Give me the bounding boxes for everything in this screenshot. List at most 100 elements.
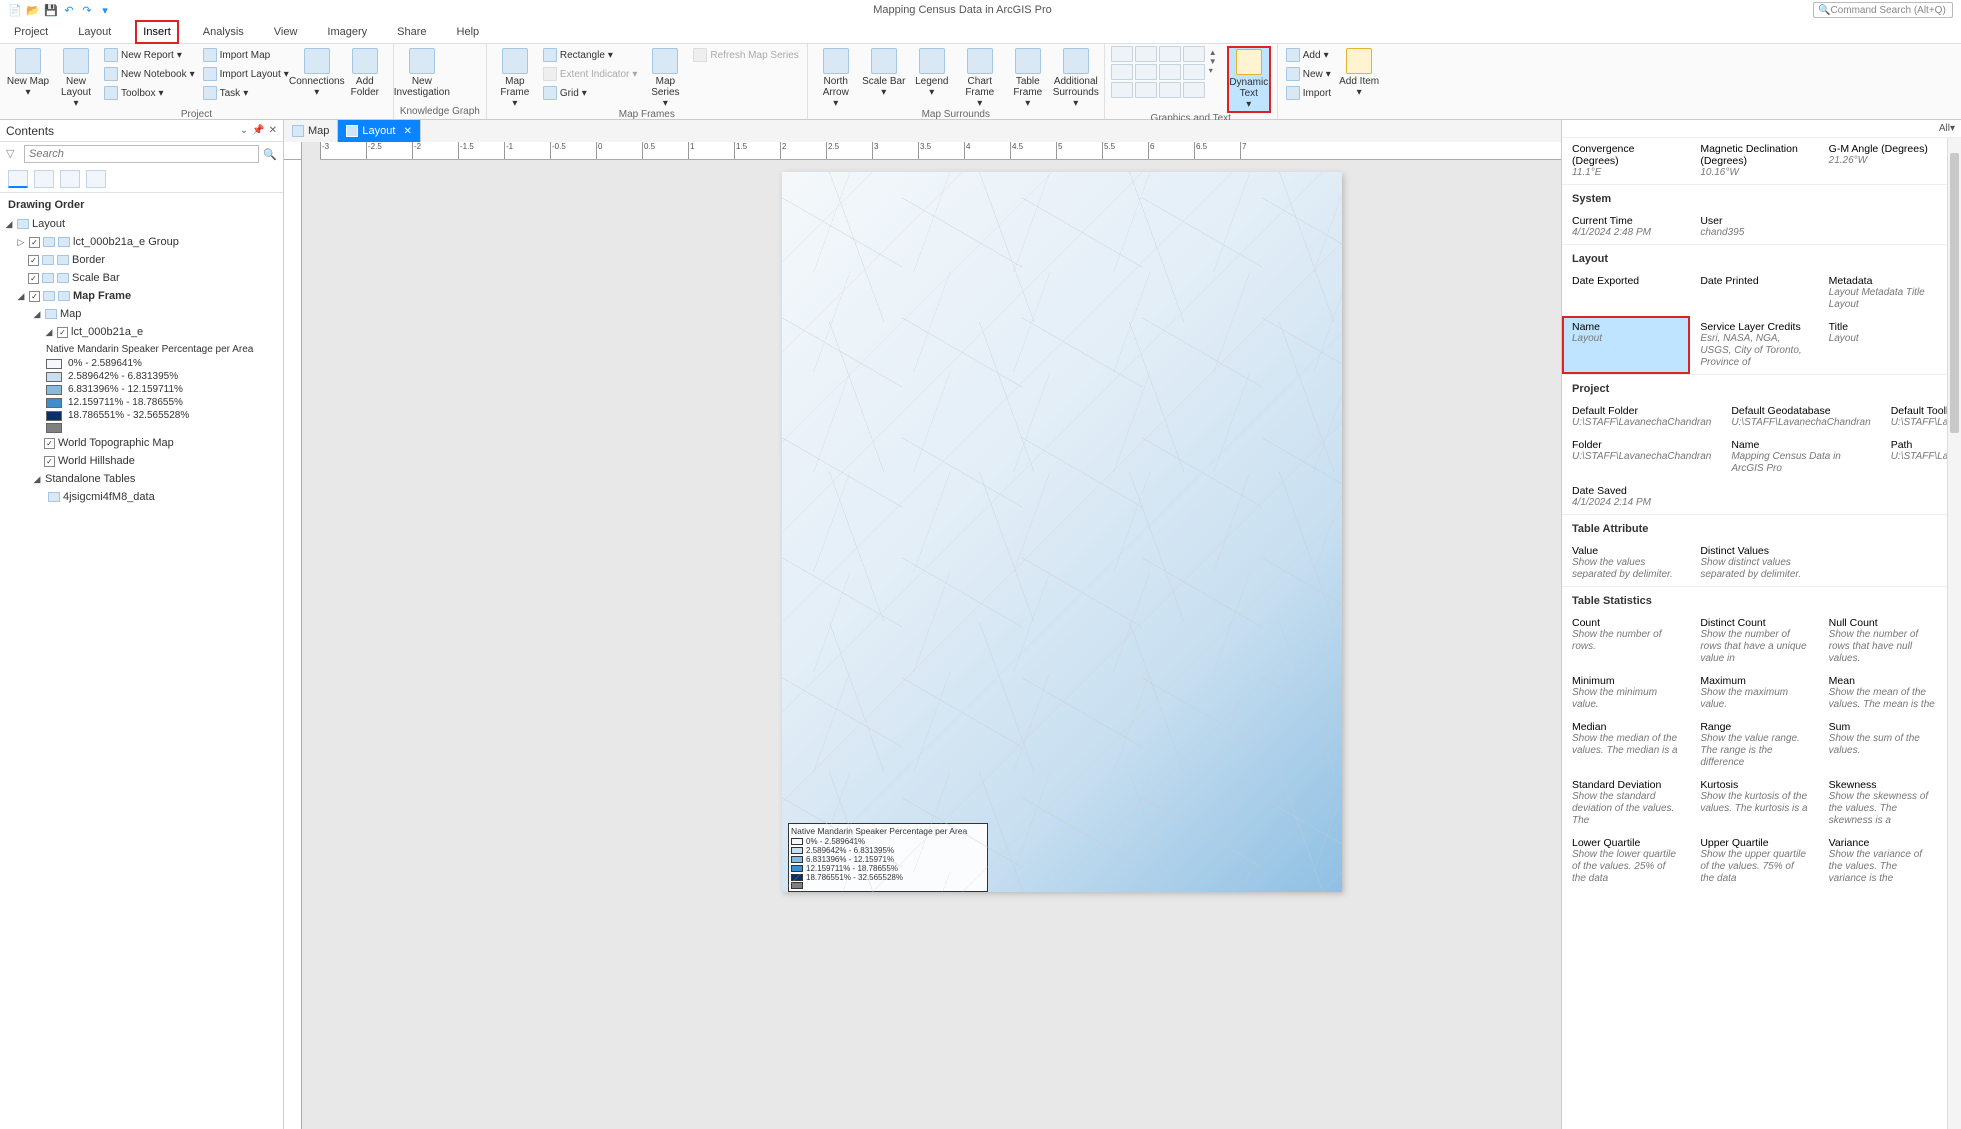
legend-button[interactable]: Legend▾	[910, 46, 954, 98]
tab-layout[interactable]: Layout	[72, 22, 117, 42]
gallery-item[interactable]: G-M Angle (Degrees)21.26°W	[1819, 138, 1947, 184]
gallery-item[interactable]: NameMapping Census Data in ArcGIS Pro	[1721, 434, 1880, 480]
filter-icon[interactable]: ▽	[6, 147, 20, 161]
additional-surrounds-button[interactable]: Additional Surrounds▾	[1054, 46, 1098, 109]
list-element-type-icon[interactable]	[60, 170, 80, 188]
gallery-item[interactable]: MeanShow the mean of the values. The mea…	[1819, 670, 1947, 716]
gallery-item[interactable]: MetadataLayout Metadata Title Layout	[1819, 270, 1947, 316]
gallery-item[interactable]: Default GeodatabaseU:\STAFF\LavanechaCha…	[1721, 400, 1880, 434]
tree-table[interactable]: 4jsigcmi4fM8_data	[0, 488, 283, 506]
gallery-item[interactable]: SkewnessShow the skewness of the values.…	[1819, 774, 1947, 832]
gallery-item[interactable]: Distinct ValuesShow distinct values sepa…	[1690, 540, 1818, 586]
tab-share[interactable]: Share	[391, 22, 432, 42]
import-style-button[interactable]: Import	[1284, 84, 1333, 102]
new-map-button[interactable]: New Map▾	[6, 46, 50, 98]
tab-imagery[interactable]: Imagery	[321, 22, 373, 42]
redo-icon[interactable]: ↷	[80, 3, 94, 17]
toolbox-button[interactable]: Toolbox ▾	[102, 84, 197, 102]
contents-pin-icon[interactable]: 📌	[252, 125, 264, 136]
gallery-item[interactable]: Current Time4/1/2024 2:48 PM	[1562, 210, 1690, 244]
legend-row[interactable]	[0, 422, 283, 434]
tree-layer[interactable]: ◢lct_000b21a_e	[0, 323, 283, 341]
gallery-item[interactable]: Null CountShow the number of rows that h…	[1819, 612, 1947, 670]
chart-frame-button[interactable]: Chart Frame▾	[958, 46, 1002, 109]
tree-map[interactable]: ◢Map	[0, 305, 283, 323]
tree-basemap-topo[interactable]: World Topographic Map	[0, 434, 283, 452]
tree-standalone-tables[interactable]: ◢Standalone Tables	[0, 470, 283, 488]
gallery-item[interactable]: Magnetic Declination (Degrees)10.16°W	[1690, 138, 1818, 184]
add-folder-button[interactable]: Add Folder	[343, 46, 387, 98]
gallery-item[interactable]: NameLayout	[1562, 316, 1690, 374]
north-arrow-button[interactable]: North Arrow▾	[814, 46, 858, 109]
grid-button[interactable]: Grid ▾	[541, 84, 640, 102]
legend-row[interactable]: 18.786551% - 32.565528%	[0, 409, 283, 422]
gallery-item[interactable]: Date Printed	[1690, 270, 1818, 316]
contents-close-icon[interactable]: ✕	[269, 125, 277, 136]
tab-project[interactable]: Project	[8, 22, 54, 42]
task-button[interactable]: Task ▾	[201, 84, 291, 102]
new-project-icon[interactable]: 📄	[8, 3, 22, 17]
gallery-item[interactable]: FolderU:\STAFF\LavanechaChandran	[1562, 434, 1721, 480]
new-style-button[interactable]: New ▾	[1284, 65, 1333, 83]
new-layout-button[interactable]: New Layout▾	[54, 46, 98, 109]
contents-search-input[interactable]	[24, 145, 259, 163]
tab-view[interactable]: View	[268, 22, 304, 42]
gallery-item[interactable]: KurtosisShow the kurtosis of the values.…	[1690, 774, 1818, 832]
layout-canvas[interactable]: Native Mandarin Speaker Percentage per A…	[302, 160, 1561, 1129]
tree-map-frame[interactable]: ◢Map Frame	[0, 287, 283, 305]
add-item-button[interactable]: Add Item▾	[1337, 46, 1381, 98]
tree-scale-bar[interactable]: Scale Bar	[0, 269, 283, 287]
rectangle-button[interactable]: Rectangle ▾	[541, 46, 640, 64]
gallery-item[interactable]: RangeShow the value range. The range is …	[1690, 716, 1818, 774]
tab-insert[interactable]: Insert	[135, 20, 179, 44]
close-icon[interactable]: ✕	[403, 126, 411, 137]
dynamic-text-button[interactable]: Dynamic Text▾	[1227, 46, 1271, 113]
add-style-button[interactable]: Add ▾	[1284, 46, 1333, 64]
layout-page[interactable]: Native Mandarin Speaker Percentage per A…	[782, 172, 1342, 892]
command-search[interactable]: 🔍 Command Search (Alt+Q)	[1813, 2, 1953, 18]
tree-basemap-hillshade[interactable]: World Hillshade	[0, 452, 283, 470]
view-tab-map[interactable]: Map	[284, 120, 338, 142]
gallery-item[interactable]: MaximumShow the maximum value.	[1690, 670, 1818, 716]
table-frame-button[interactable]: Table Frame▾	[1006, 46, 1050, 109]
scrollbar-thumb[interactable]	[1950, 153, 1959, 433]
gallery-item[interactable]: Userchand395	[1690, 210, 1818, 244]
map-frame-button[interactable]: Map Frame▾	[493, 46, 537, 109]
list-drawing-order-icon[interactable]	[8, 170, 28, 188]
gallery-item[interactable]: CountShow the number of rows.	[1562, 612, 1690, 670]
gallery-item[interactable]: Distinct CountShow the number of rows th…	[1690, 612, 1818, 670]
new-report-button[interactable]: New Report ▾	[102, 46, 197, 64]
tree-layout[interactable]: ◢Layout	[0, 215, 283, 233]
gallery-item[interactable]: VarianceShow the variance of the values.…	[1819, 832, 1947, 890]
gallery-item[interactable]: Upper QuartileShow the upper quartile of…	[1690, 832, 1818, 890]
scroll-down-icon[interactable]: ▼	[1209, 57, 1223, 66]
scale-bar-button[interactable]: Scale Bar▾	[862, 46, 906, 98]
connections-button[interactable]: Connections▾	[295, 46, 339, 98]
gallery-item[interactable]: MedianShow the median of the values. The…	[1562, 716, 1690, 774]
save-icon[interactable]: 💾	[44, 3, 58, 17]
gallery-item[interactable]: ValueShow the values separated by delimi…	[1562, 540, 1690, 586]
new-notebook-button[interactable]: New Notebook ▾	[102, 65, 197, 83]
gallery-item[interactable]: Default ToolboxU:\STAFF\LavanechaChandra…	[1881, 400, 1947, 434]
gallery-item[interactable]: MinimumShow the minimum value.	[1562, 670, 1690, 716]
legend-row[interactable]: 0% - 2.589641%	[0, 357, 283, 370]
gallery-item[interactable]: Service Layer CreditsEsri, NASA, NGA, US…	[1690, 316, 1818, 374]
gallery-item[interactable]: Date Saved4/1/2024 2:14 PM	[1562, 480, 1721, 514]
list-map-series-icon[interactable]	[86, 170, 106, 188]
gallery-item[interactable]: Standard DeviationShow the standard devi…	[1562, 774, 1690, 832]
undo-icon[interactable]: ↶	[62, 3, 76, 17]
list-source-icon[interactable]	[34, 170, 54, 188]
gallery-item[interactable]: Convergence (Degrees)11.1°E	[1562, 138, 1690, 184]
gallery-scrollbar[interactable]	[1947, 138, 1961, 1129]
expand-gallery-icon[interactable]: ▾	[1209, 66, 1223, 75]
tab-help[interactable]: Help	[451, 22, 486, 42]
view-tab-layout[interactable]: Layout✕	[338, 120, 420, 142]
import-map-button[interactable]: Import Map	[201, 46, 291, 64]
contents-options-icon[interactable]: ⌄	[240, 125, 248, 136]
graphics-tool-grid[interactable]	[1111, 46, 1205, 98]
gallery-item[interactable]: SumShow the sum of the values.	[1819, 716, 1947, 774]
gallery-item[interactable]: TitleLayout	[1819, 316, 1947, 374]
tab-analysis[interactable]: Analysis	[197, 22, 250, 42]
map-frame-content[interactable]: Native Mandarin Speaker Percentage per A…	[782, 172, 1342, 892]
map-series-button[interactable]: Map Series▾	[643, 46, 687, 109]
